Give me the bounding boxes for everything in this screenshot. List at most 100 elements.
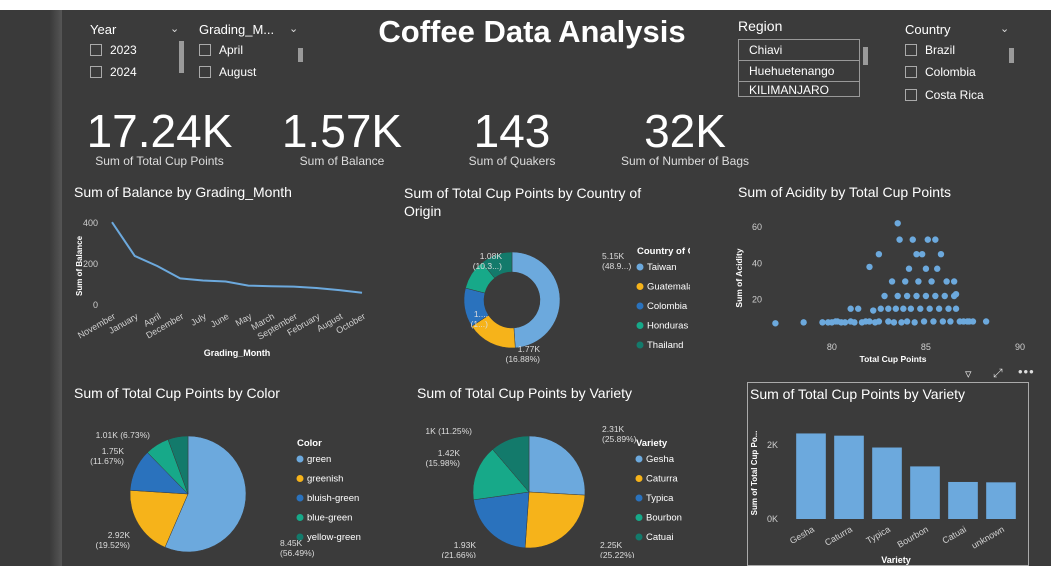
x-tick-label: unknown <box>970 524 1006 551</box>
y-axis-title: Sum of Total Cup Po... <box>750 431 759 516</box>
data-label: 1.01K (6.73%) <box>96 430 151 440</box>
bar-gesha <box>796 433 826 519</box>
x-tick-label: Typica <box>864 524 892 546</box>
bar-catuai <box>948 481 978 519</box>
legend-item-label: greenish <box>307 474 343 485</box>
checkbox-icon[interactable] <box>90 66 102 78</box>
data-label: (19.52%) <box>96 540 131 550</box>
year-option[interactable]: 2024 <box>90 65 137 79</box>
kpi-label: Sum of Number of Bags <box>620 154 750 168</box>
checkbox-icon[interactable] <box>199 44 211 56</box>
x-tick-label: 85 <box>921 342 931 352</box>
bar-bourbon <box>910 466 940 519</box>
country-slicer: Country ⌄ Brazil Colombia Costa Rica <box>905 22 1020 102</box>
legend-item-label: Colombia <box>647 301 688 312</box>
legend-item-label: green <box>307 454 331 465</box>
y-tick-label: 40 <box>752 258 762 268</box>
region-option[interactable]: KILIMANJARO <box>739 82 859 96</box>
scatter-point <box>894 220 901 227</box>
checkbox-icon[interactable] <box>199 66 211 78</box>
chevron-down-icon[interactable]: ⌄ <box>170 22 179 35</box>
checkbox-icon[interactable] <box>905 44 917 56</box>
country-donut-title: Sum of Total Cup Points by Country of Or… <box>404 185 642 219</box>
data-label: 2.25K <box>600 540 623 550</box>
scatter-point <box>772 320 779 327</box>
scatter-point <box>932 236 939 243</box>
scatter-point <box>932 292 939 300</box>
scatter-point <box>922 265 930 272</box>
x-axis-title: Variety <box>881 555 911 565</box>
pie-slice-taiwan <box>511 251 561 349</box>
data-label: (21.66%) <box>442 550 477 558</box>
y-tick-label: 400 <box>83 218 98 228</box>
chevron-down-icon[interactable]: ⌄ <box>1000 22 1009 35</box>
data-label: 8.45K <box>280 538 303 548</box>
scatter-point <box>875 250 883 258</box>
country-option[interactable]: Costa Rica <box>905 88 984 102</box>
kpi-value: 143 <box>473 105 551 157</box>
legend-marker <box>636 322 644 329</box>
data-label: 1.... <box>474 309 488 319</box>
x-tick-label: Gesha <box>788 524 816 546</box>
legend-marker <box>636 302 644 310</box>
scatter-point <box>969 318 977 325</box>
scatter-point <box>947 318 954 325</box>
data-label: (10.3...) <box>473 261 502 271</box>
scatter-point <box>881 292 888 300</box>
y-tick-label: 2K <box>767 440 778 450</box>
balance-series-line <box>111 221 363 294</box>
filter-icon[interactable]: ▿ <box>965 366 972 382</box>
scatter-point <box>905 265 913 272</box>
year-scrollbar[interactable] <box>179 41 184 73</box>
country-option[interactable]: Colombia <box>905 65 976 79</box>
scatter-point <box>915 278 922 285</box>
grading-month-option[interactable]: April <box>199 43 243 57</box>
scatter-point <box>952 305 960 312</box>
grading-month-scrollbar[interactable] <box>298 48 303 62</box>
scatter-point <box>851 319 858 326</box>
chevron-down-icon[interactable]: ⌄ <box>289 22 298 35</box>
variety-bar-visual[interactable]: Sum of Total Cup Points by Variety 0K 2K G… <box>747 382 1029 566</box>
focus-mode-icon[interactable]: ⤢ <box>993 366 1003 381</box>
year-option[interactable]: 2023 <box>90 43 137 57</box>
more-options-icon[interactable]: ••• <box>1018 364 1035 379</box>
legend-marker <box>635 455 643 463</box>
scatter-point <box>902 278 909 285</box>
checkbox-icon[interactable] <box>905 89 917 101</box>
year-slicer: Year ⌄ 2023 2024 <box>90 22 184 79</box>
country-option[interactable]: Brazil <box>905 43 955 57</box>
variety-pie-title: Sum of Total Cup Points by Variety <box>417 385 633 401</box>
x-axis-title: Total Cup Points <box>860 354 927 364</box>
acidity-scatter-title: Sum of Acidity by Total Cup Points <box>738 184 951 200</box>
x-tick-label: June <box>209 311 231 329</box>
bar-typica <box>872 447 902 519</box>
region-scrollbar[interactable] <box>863 47 868 65</box>
scatter-point <box>934 265 941 272</box>
scatter-point <box>841 319 849 326</box>
legend-marker <box>635 494 643 502</box>
checkbox-icon[interactable] <box>90 44 102 56</box>
country-scrollbar[interactable] <box>1009 48 1014 63</box>
scatter-point <box>890 319 898 326</box>
bar-caturra <box>834 435 864 519</box>
y-tick-label: 200 <box>83 259 98 269</box>
kpi-card-balance: 1.57K Sum of Balance <box>272 108 412 168</box>
region-option[interactable]: Chiavi <box>739 40 859 61</box>
scatter-point <box>924 236 932 243</box>
scatter-point <box>920 318 928 325</box>
scatter-point <box>922 292 930 300</box>
data-label: (15.98%) <box>426 458 461 468</box>
legend-marker <box>296 455 304 463</box>
variety-bar-title: Sum of Total Cup Points by Variety <box>750 386 966 402</box>
legend-marker <box>296 514 304 521</box>
scatter-point <box>898 319 905 326</box>
region-option[interactable]: Huehuetenango <box>739 61 859 82</box>
country-donut-chart: Country of Origin Taiwan Guatemala Colombia… <box>463 246 690 364</box>
x-tick-label: 80 <box>827 342 837 352</box>
checkbox-icon[interactable] <box>905 66 917 78</box>
kpi-value: 17.24K <box>86 105 233 157</box>
scatter-point <box>945 305 952 312</box>
legend-item-label: Honduras <box>647 321 688 332</box>
scatter-point <box>885 318 892 325</box>
grading-month-option[interactable]: August <box>199 65 256 79</box>
